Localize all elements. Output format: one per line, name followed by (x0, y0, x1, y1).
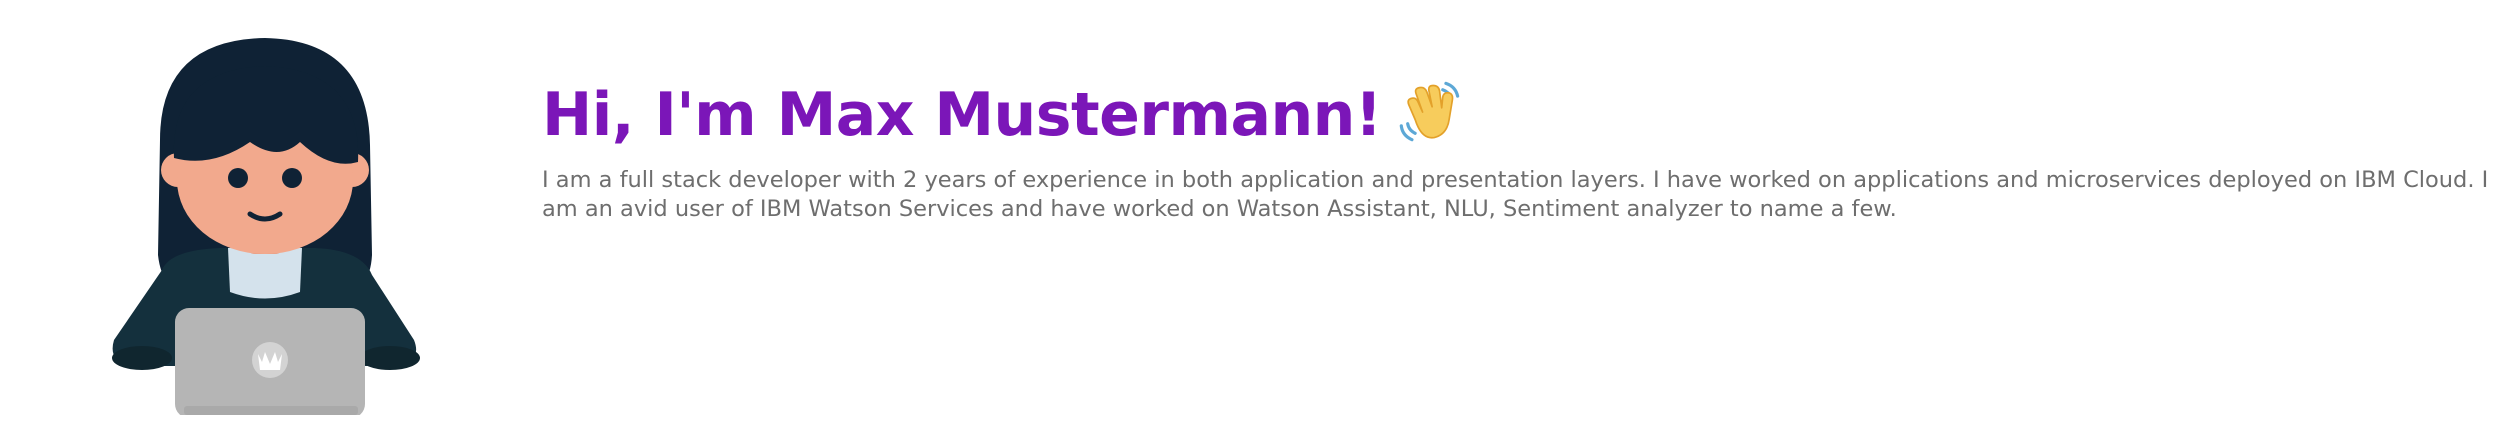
hero-section: Hi, I'm Max Mustermann! I am a full stac… (0, 0, 2500, 446)
bio-text: I am a full stack developer with 2 years… (542, 167, 2489, 222)
greeting-text: Hi, I'm Max Mustermann! (542, 80, 1382, 150)
page-title: Hi, I'm Max Mustermann! (542, 78, 2492, 152)
developer-avatar-illustration (100, 30, 430, 415)
intro-block: Hi, I'm Max Mustermann! I am a full stac… (542, 78, 2492, 224)
waving-hand-icon (1396, 77, 1464, 145)
